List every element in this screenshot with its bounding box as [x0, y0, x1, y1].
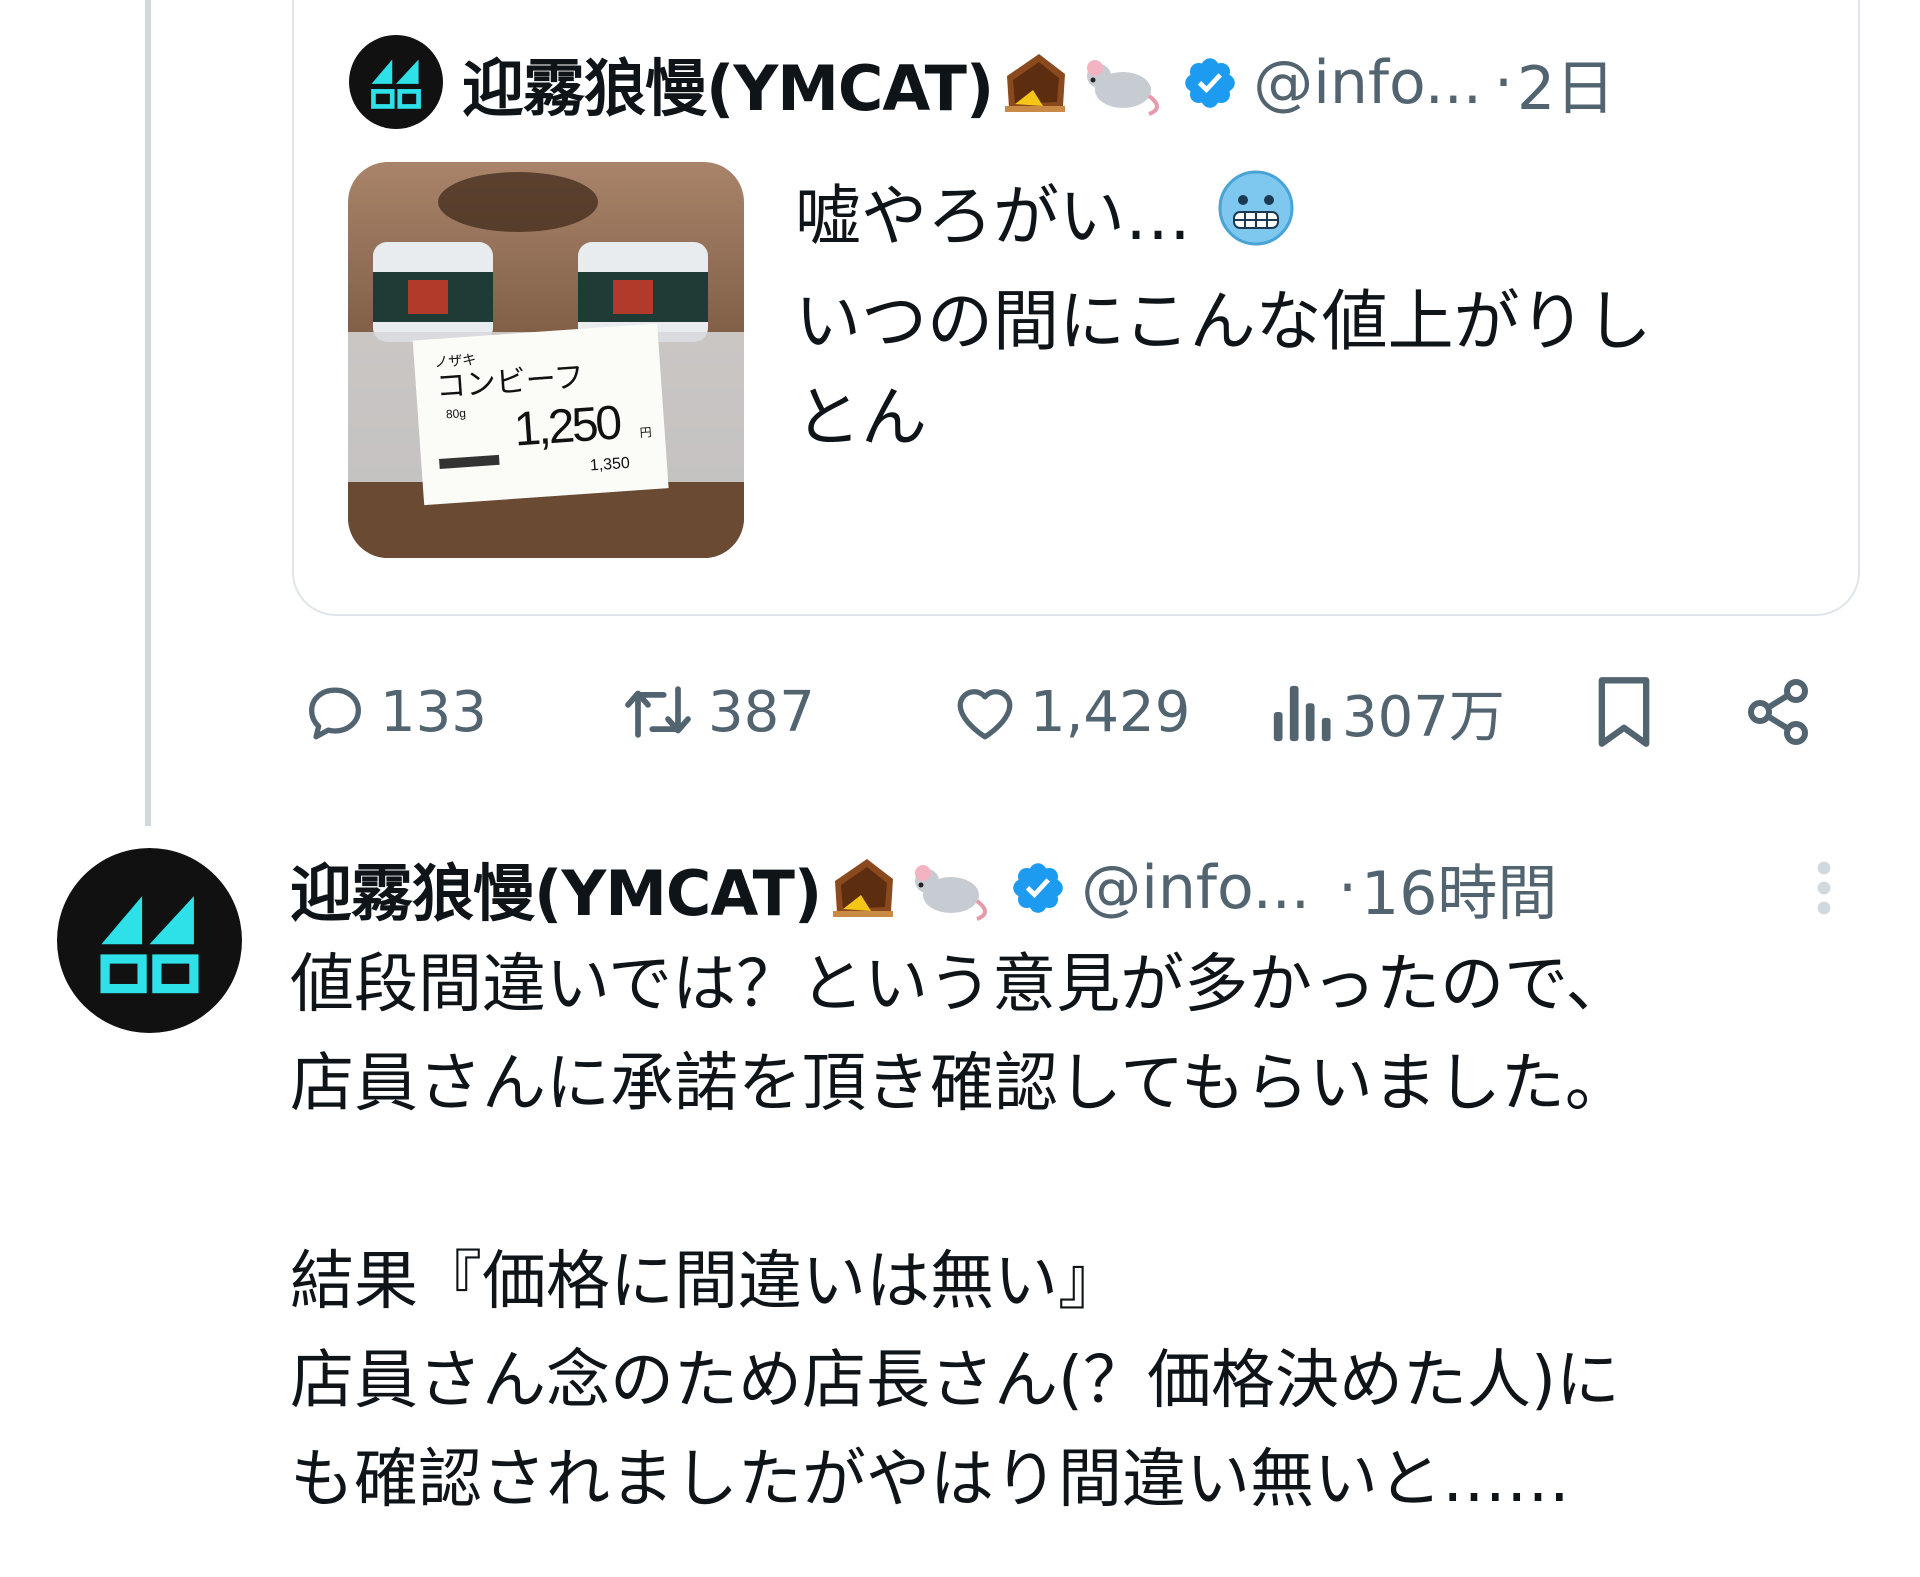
like-button[interactable]: 1,429	[950, 662, 1190, 762]
reply-tweet-text[interactable]: 値段間違いでは？という意見が多かったので、 店員さんに承諾を頂き確認してもらいま…	[290, 936, 1890, 1530]
reply-tweet-avatar[interactable]	[57, 848, 242, 1033]
thread-connector-line	[145, 0, 151, 826]
like-count: 1,429	[1030, 679, 1191, 745]
quoted-tweet-avatar[interactable]	[349, 35, 443, 129]
views-count: 307万	[1342, 684, 1505, 750]
reply-icon	[309, 687, 361, 740]
meta-separator: ·	[1493, 48, 1514, 118]
reply-button[interactable]: 133	[300, 662, 487, 762]
views-chart-icon	[1273, 685, 1331, 742]
reply-text-line: 店員さんに承諾を頂き確認してもらいました。	[290, 1047, 1629, 1121]
quoted-text-line-2: いつの間にこんな値上がりし	[795, 283, 1652, 360]
share-button[interactable]	[1742, 662, 1814, 762]
verified-badge-icon	[1009, 859, 1067, 917]
reply-count: 133	[380, 679, 487, 745]
retweet-icon	[625, 686, 691, 738]
more-options-icon[interactable]	[1804, 858, 1844, 918]
svg-text:80g: 80g	[445, 406, 466, 421]
reply-tweet-header: 迎霧狼慢(YMCAT) @info... · 16時間	[290, 838, 1557, 938]
tweet-time[interactable]: 2日	[1517, 40, 1615, 127]
author-handle[interactable]: @info...	[1253, 48, 1482, 118]
meta-separator: ·	[1337, 853, 1358, 923]
reply-text-line: も確認されましたがやはり間違い無いと……	[290, 1443, 1570, 1517]
quoted-text-line-3: とん	[795, 379, 927, 456]
tweet-action-bar: 133 387 1,429 307万	[296, 662, 1826, 762]
mouse-icon	[1079, 48, 1165, 118]
quoted-tweet-text[interactable]: 嘘やろがい… いつの間にこんな値上がりし とん	[795, 168, 1795, 466]
grimacing-cold-face-icon	[1216, 168, 1296, 274]
svg-text:ノザキ: ノザキ	[434, 351, 477, 370]
mouse-icon	[907, 853, 993, 923]
quoted-text-line-1: 嘘やろがい…	[795, 178, 1191, 256]
reply-text-line	[290, 1134, 1890, 1233]
heart-icon	[957, 689, 1013, 740]
tweet-time[interactable]: 16時間	[1361, 845, 1557, 932]
retweet-button[interactable]: 387	[618, 662, 815, 762]
share-icon	[1748, 679, 1808, 745]
price-tag-photo[interactable]: ノザキ コンビーフ 80g 1,250 円 1,350	[348, 162, 744, 558]
author-handle[interactable]: @info...	[1081, 853, 1310, 923]
views-button[interactable]: 307万	[1268, 662, 1505, 762]
reply-text-line: 店員さん念のため店長さん(？価格決めた人)に	[290, 1344, 1620, 1418]
mousetrap-icon	[827, 851, 901, 925]
bookmark-button[interactable]	[1592, 662, 1656, 762]
mousetrap-icon	[999, 46, 1073, 120]
reply-text-line: 値段間違いでは？という意見が多かったので、	[290, 948, 1630, 1022]
svg-text:1,350: 1,350	[589, 455, 630, 475]
svg-text:円: 円	[639, 425, 652, 440]
author-name[interactable]: 迎霧狼慢(YMCAT)	[462, 38, 994, 128]
verified-badge-icon	[1181, 54, 1239, 112]
author-name[interactable]: 迎霧狼慢(YMCAT)	[290, 843, 822, 933]
svg-text:1,250: 1,250	[512, 396, 622, 456]
retweet-count: 387	[708, 679, 815, 745]
reply-text-line: 結果『価格に間違いは無い』	[290, 1245, 1122, 1319]
bookmark-icon	[1598, 677, 1650, 747]
quoted-tweet-header: 迎霧狼慢(YMCAT) @info... · 2日	[462, 38, 1615, 128]
